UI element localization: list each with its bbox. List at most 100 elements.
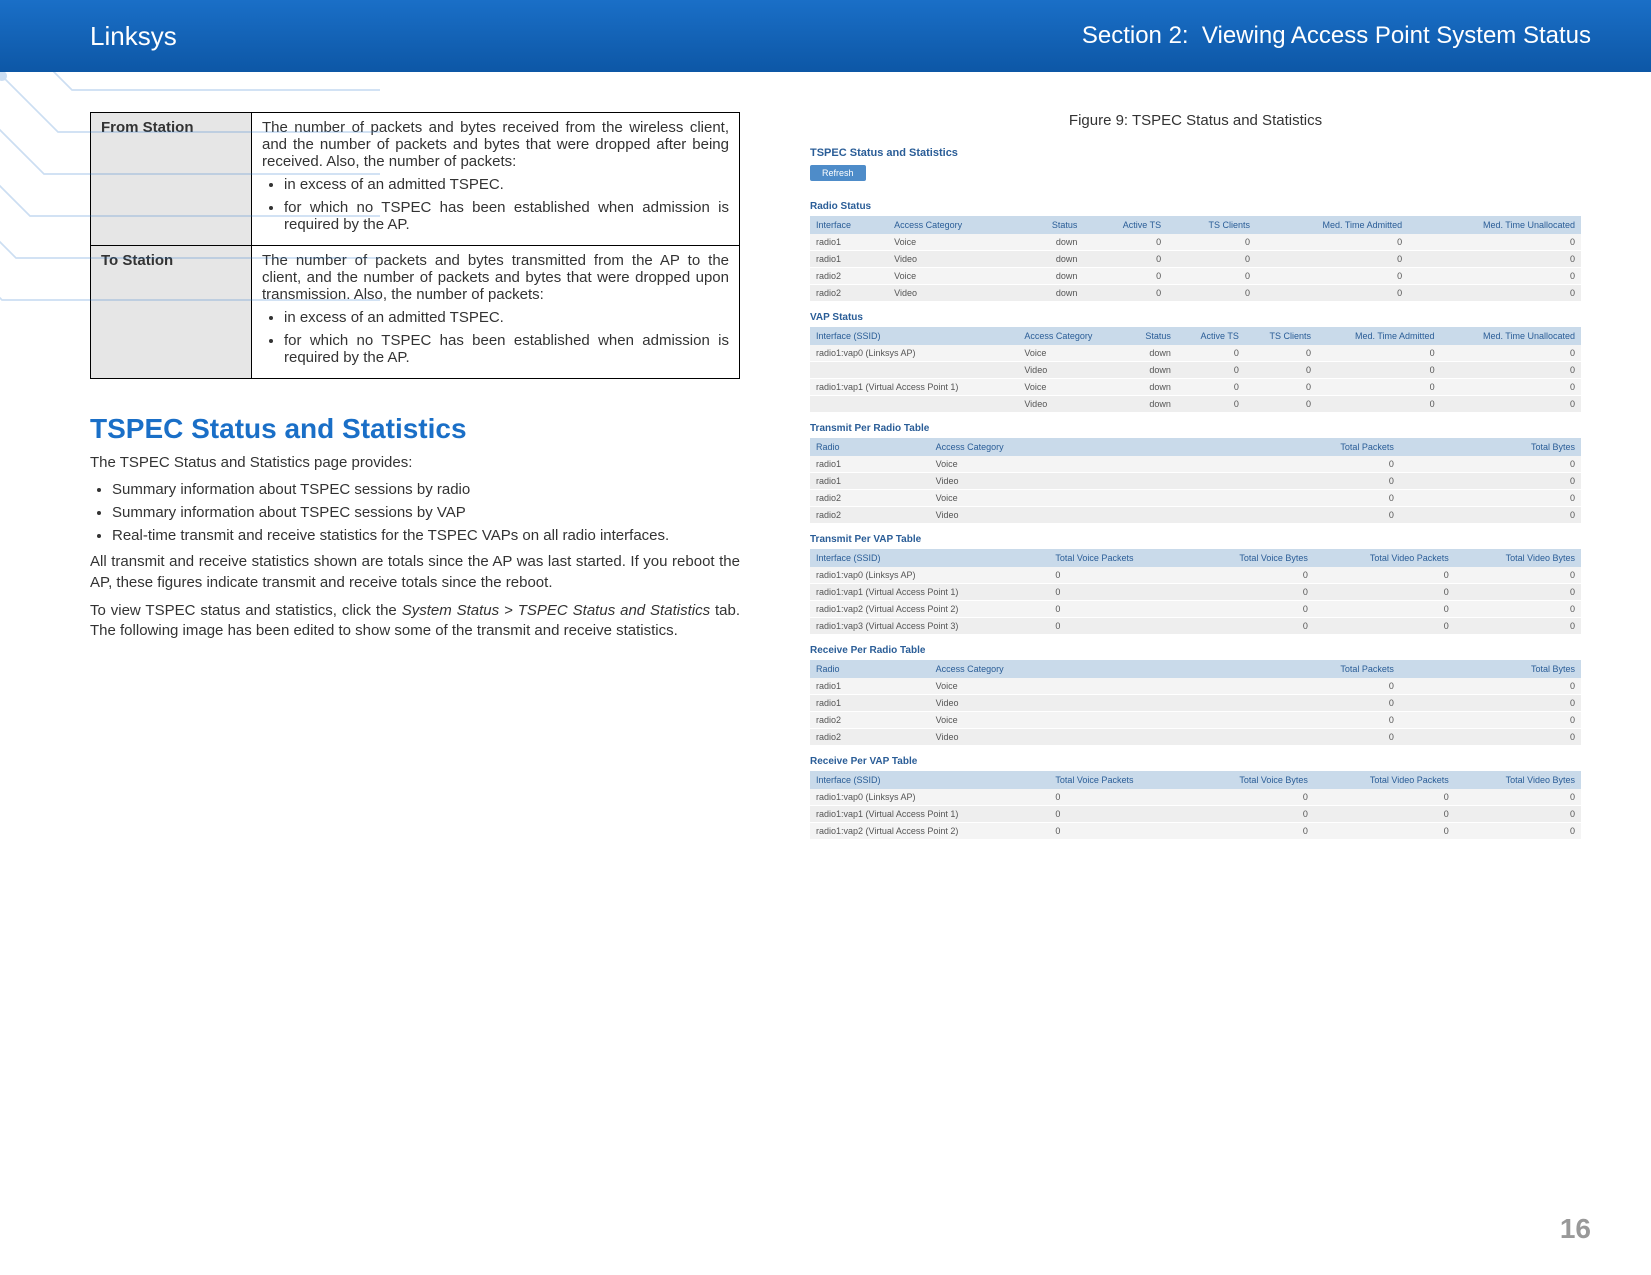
table-row: radio1Video00 [810, 473, 1581, 490]
stats-cell: 0 [1188, 712, 1400, 729]
stats-col-header: Total Video Bytes [1455, 771, 1581, 789]
stats-cell: 0 [1455, 806, 1581, 823]
table-row: radio2Video00 [810, 729, 1581, 746]
refresh-button[interactable]: Refresh [810, 165, 866, 181]
stats-cell: 0 [1441, 345, 1581, 362]
stats-cell: down [1021, 234, 1083, 251]
stats-cell: radio2 [810, 285, 888, 302]
stats-cell: 0 [1049, 584, 1189, 601]
stats-cell: radio2 [810, 729, 930, 746]
stats-cell: 0 [1256, 268, 1408, 285]
table-row: radio2Voice00 [810, 712, 1581, 729]
stats-cell: Video [930, 473, 1189, 490]
stats-cell: 0 [1314, 789, 1455, 806]
stats-col-header: Med. Time Admitted [1317, 327, 1441, 345]
stats-cell: 0 [1400, 678, 1581, 695]
stats-cell: 0 [1400, 507, 1581, 524]
definition-bullet: in excess of an admitted TSPEC. [284, 309, 729, 326]
stats-cell: 0 [1441, 379, 1581, 396]
stats-cell: 0 [1188, 695, 1400, 712]
brand-label: Linksys [90, 21, 177, 52]
table-row: radio1:vap0 (Linksys AP)0000 [810, 567, 1581, 584]
stats-cell: 0 [1083, 285, 1167, 302]
stats-table: Interface (SSID)Total Voice PacketsTotal… [810, 771, 1581, 840]
stats-col-header: Access Category [930, 438, 1189, 456]
stats-cell: 0 [1188, 678, 1400, 695]
stats-cell: 0 [1049, 806, 1189, 823]
stats-cell: 0 [1455, 789, 1581, 806]
stats-cell: radio1:vap0 (Linksys AP) [810, 345, 1018, 362]
page-header-bar: Linksys Section 2: Viewing Access Point … [0, 0, 1651, 72]
stats-cell: Video [1018, 362, 1126, 379]
tspec-para2: To view TSPEC status and statistics, cli… [90, 601, 740, 642]
stats-cell: 0 [1188, 507, 1400, 524]
stats-cell: radio1 [810, 695, 930, 712]
stats-cell: 0 [1083, 268, 1167, 285]
stats-col-header: Radio [810, 438, 930, 456]
intro-bullet: Summary information about TSPEC sessions… [112, 481, 740, 498]
definition-desc: The number of packets and bytes received… [252, 113, 740, 246]
stats-col-header: Active TS [1177, 327, 1245, 345]
stats-cell: Video [888, 251, 1021, 268]
stats-cell: 0 [1177, 379, 1245, 396]
section-title: Section 2: Viewing Access Point System S… [1082, 22, 1591, 50]
stats-panel-title: TSPEC Status and Statistics [810, 147, 1581, 159]
intro-bullet: Real-time transmit and receive statistic… [112, 527, 740, 544]
stats-cell: radio2 [810, 507, 930, 524]
stats-cell: 0 [1167, 285, 1256, 302]
stats-cell: radio1:vap0 (Linksys AP) [810, 789, 1049, 806]
stats-cell: 0 [1256, 251, 1408, 268]
stats-col-header: Access Category [888, 216, 1021, 234]
stats-cell: 0 [1400, 490, 1581, 507]
stats-col-header: Total Voice Packets [1049, 771, 1189, 789]
stats-cell: down [1126, 379, 1177, 396]
stats-cell: 0 [1400, 473, 1581, 490]
intro-bullet: Summary information about TSPEC sessions… [112, 504, 740, 521]
stats-table: Interface (SSID)Access CategoryStatusAct… [810, 327, 1581, 413]
stats-cell: 0 [1455, 823, 1581, 840]
stats-cell: radio1:vap1 (Virtual Access Point 1) [810, 806, 1049, 823]
stats-cell: 0 [1245, 362, 1317, 379]
definition-desc: The number of packets and bytes transmit… [252, 246, 740, 379]
stats-cell: 0 [1049, 789, 1189, 806]
stats-col-header: Interface (SSID) [810, 549, 1049, 567]
stats-cell: 0 [1400, 712, 1581, 729]
stats-cell: radio1 [810, 234, 888, 251]
stats-cell: 0 [1314, 823, 1455, 840]
stats-cell: 0 [1049, 601, 1189, 618]
definition-term: To Station [91, 246, 252, 379]
table-row: radio1:vap2 (Virtual Access Point 2)0000 [810, 601, 1581, 618]
table-row: radio1:vap2 (Virtual Access Point 2)0000 [810, 823, 1581, 840]
stats-cell: 0 [1167, 234, 1256, 251]
stats-col-header: Total Voice Packets [1049, 549, 1189, 567]
definition-bullet: in excess of an admitted TSPEC. [284, 176, 729, 193]
stats-cell: radio1:vap1 (Virtual Access Point 1) [810, 379, 1018, 396]
stats-panel: TSPEC Status and Statistics Refresh Radi… [800, 139, 1591, 848]
stats-cell: 0 [1400, 695, 1581, 712]
stats-cell: down [1126, 362, 1177, 379]
stats-cell: 0 [1314, 806, 1455, 823]
stats-cell: 0 [1245, 379, 1317, 396]
definition-table: From StationThe number of packets and by… [90, 112, 740, 379]
stats-col-header: Total Packets [1188, 438, 1400, 456]
stats-col-header: Access Category [1018, 327, 1126, 345]
stats-cell: 0 [1400, 456, 1581, 473]
stats-cell: 0 [1083, 234, 1167, 251]
stats-col-header: Total Bytes [1400, 660, 1581, 678]
stats-col-header: Total Video Bytes [1455, 549, 1581, 567]
table-row: radio1:vap1 (Virtual Access Point 1)0000 [810, 584, 1581, 601]
stats-block-title: Transmit Per VAP Table [810, 534, 1581, 545]
stats-cell: down [1021, 285, 1083, 302]
stats-cell: Voice [930, 678, 1189, 695]
stats-cell: radio1:vap2 (Virtual Access Point 2) [810, 601, 1049, 618]
stats-cell: 0 [1189, 601, 1314, 618]
stats-block-title: Receive Per Radio Table [810, 645, 1581, 656]
stats-cell: 0 [1188, 729, 1400, 746]
table-row: radio1Voice00 [810, 456, 1581, 473]
table-row: Videodown0000 [810, 362, 1581, 379]
stats-col-header: Total Video Packets [1314, 771, 1455, 789]
left-column: From StationThe number of packets and by… [90, 112, 740, 848]
stats-col-header: Interface [810, 216, 888, 234]
stats-cell: 0 [1314, 584, 1455, 601]
stats-cell: Video [930, 695, 1189, 712]
